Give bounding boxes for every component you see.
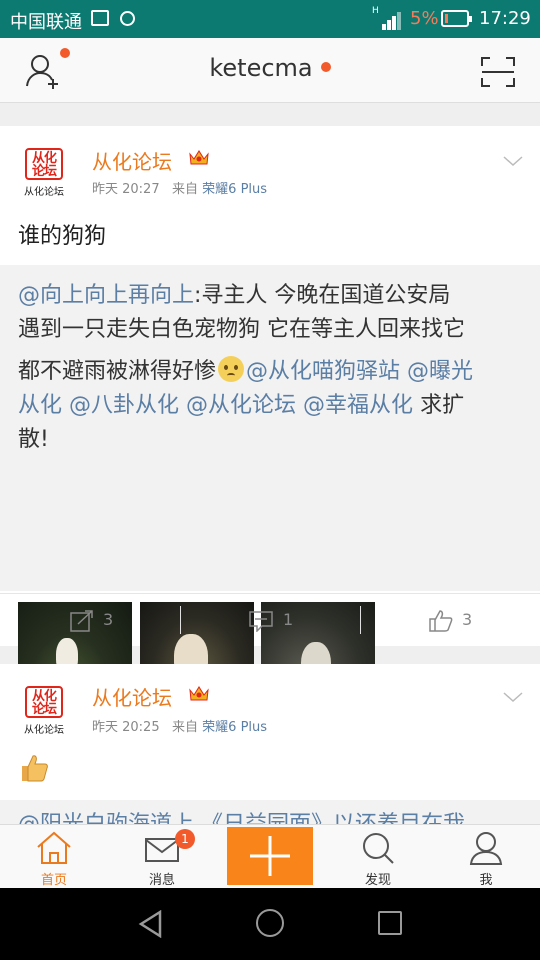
mention-link[interactable]: @向上向上再向上 xyxy=(18,283,194,308)
thumbs-up-emoji-icon xyxy=(22,755,48,782)
sync-icon xyxy=(120,11,135,26)
mention-link[interactable]: @八卦从化 xyxy=(69,393,179,418)
post-time: 昨天 20:25 xyxy=(92,720,160,735)
account-username: ketecma xyxy=(209,54,313,82)
post-author[interactable]: 从化论坛 xyxy=(92,682,172,711)
comment-icon xyxy=(249,611,273,632)
repost-line: 求扩 xyxy=(420,393,465,418)
tab-messages[interactable]: 1 消息 xyxy=(117,825,207,889)
vip-crown-icon xyxy=(189,686,209,701)
mention-link[interactable]: @幸福从化 xyxy=(303,393,413,418)
bottom-tab-bar: 首页 1 消息 发现 我 xyxy=(0,824,540,888)
post-meta: 昨天 20:27 来自 荣耀6 Plus xyxy=(92,178,267,197)
feed-post[interactable]: 从化论坛 从化论坛 从化论坛 昨天 20:27 来自 荣耀6 Plus 谁的狗狗… xyxy=(0,126,540,716)
thumbs-up-icon xyxy=(429,610,453,632)
like-count: 3 xyxy=(462,610,473,629)
tab-label: 消息 xyxy=(148,873,175,888)
repost-line: 遇到一只走失白色宠物狗 它在等主人回来找它 xyxy=(18,317,465,342)
chevron-down-icon[interactable] xyxy=(502,154,524,168)
search-icon xyxy=(363,833,394,864)
unread-dot xyxy=(320,62,331,72)
scan-icon[interactable] xyxy=(480,56,516,88)
source-prefix: 来自 xyxy=(172,182,199,197)
mention-link[interactable]: @从化喵狗驿站 xyxy=(246,359,400,384)
post-actions: 3 1 3 xyxy=(0,593,540,646)
recent-apps-icon[interactable] xyxy=(378,911,402,935)
repost-button[interactable]: 3 xyxy=(0,594,180,647)
post-time: 昨天 20:27 xyxy=(92,182,160,197)
mention-link[interactable]: @曝光 xyxy=(407,359,473,384)
compose-button[interactable] xyxy=(227,827,313,885)
repost-line: 散! xyxy=(18,427,49,452)
image-notification-icon xyxy=(91,10,109,26)
home-button-icon[interactable] xyxy=(256,909,284,937)
vip-crown-icon xyxy=(189,150,209,165)
system-nav-bar xyxy=(0,888,540,960)
comment-count: 1 xyxy=(283,610,294,629)
avatar[interactable]: 从化论坛 从化论坛 xyxy=(18,686,70,738)
repost-box[interactable]: @向上向上再向上:寻主人 今晚在国道公安局 遇到一只走失白色宠物狗 它在等主人回… xyxy=(0,265,540,716)
avatar-seal: 从化论坛 xyxy=(25,686,63,718)
post-text: 谁的狗狗 xyxy=(18,224,107,249)
tab-label: 首页 xyxy=(40,873,67,888)
tab-home[interactable]: 首页 xyxy=(9,825,99,889)
post-source[interactable]: 荣耀6 Plus xyxy=(202,182,267,197)
avatar-seal: 从化论坛 xyxy=(25,148,63,180)
post-meta: 昨天 20:25 来自 荣耀6 Plus xyxy=(92,716,267,735)
tab-label: 发现 xyxy=(364,873,391,888)
back-icon[interactable] xyxy=(138,910,164,938)
repost-icon xyxy=(70,610,93,632)
next-repost-preview: @阳光白驹海道上 《日益园面》以还养目在我 xyxy=(0,800,540,824)
clock: 17:29 xyxy=(479,8,531,29)
post-author[interactable]: 从化论坛 xyxy=(92,146,172,175)
plus-icon xyxy=(250,836,290,876)
repost-line: :寻主人 今晚在国道公安局 xyxy=(194,283,451,308)
home-icon xyxy=(37,831,71,864)
repost-text: @向上向上再向上:寻主人 今晚在国道公安局 遇到一只走失白色宠物狗 它在等主人回… xyxy=(18,279,528,457)
profile-icon xyxy=(469,832,503,865)
avatar[interactable]: 从化论坛 从化论坛 xyxy=(18,148,70,200)
carrier-name: 中国联通 xyxy=(10,12,82,33)
account-switcher[interactable]: ketecma xyxy=(0,54,540,82)
signal-icon: H xyxy=(372,6,401,30)
battery-icon xyxy=(441,10,472,27)
mention-link[interactable]: @从化论坛 xyxy=(186,393,296,418)
mention-link[interactable]: 从化 xyxy=(18,393,62,418)
top-nav: ketecma xyxy=(0,38,540,103)
repost-line: 都不避雨被淋得好惨 xyxy=(18,359,217,384)
sad-emoji-icon xyxy=(218,356,245,382)
repost-count: 3 xyxy=(103,610,114,629)
like-button[interactable]: 3 xyxy=(360,594,540,647)
tab-profile[interactable]: 我 xyxy=(441,825,531,889)
avatar-caption: 从化论坛 xyxy=(24,187,64,198)
tab-discover[interactable]: 发现 xyxy=(333,825,423,889)
peek-text: @阳光白驹海道上 《日益园面》以还养目在我 xyxy=(18,806,465,824)
source-prefix: 来自 xyxy=(172,720,199,735)
avatar-caption: 从化论坛 xyxy=(24,725,64,736)
comment-button[interactable]: 1 xyxy=(180,594,360,647)
status-bar: 中国联通 H 5% 17:29 xyxy=(0,0,540,38)
battery-percent: 5% xyxy=(410,8,439,29)
tab-label: 我 xyxy=(479,873,493,888)
unread-badge: 1 xyxy=(175,829,195,849)
chevron-down-icon[interactable] xyxy=(502,690,524,704)
post-source[interactable]: 荣耀6 Plus xyxy=(202,720,267,735)
